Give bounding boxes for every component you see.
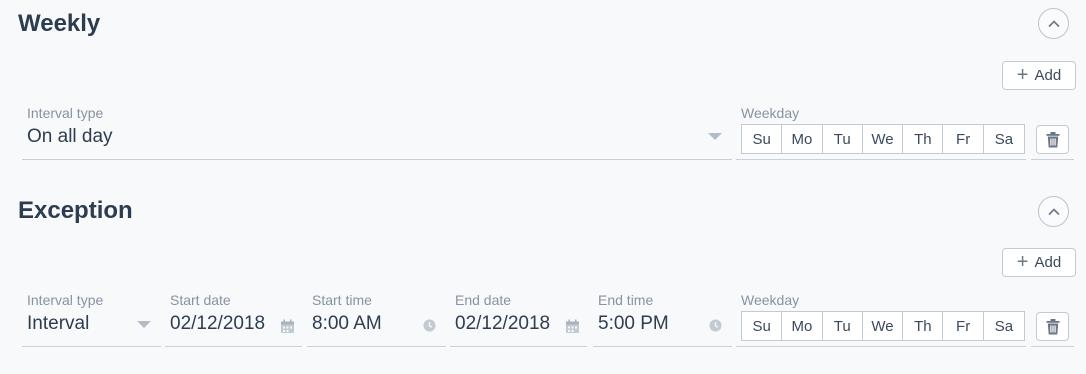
exception-collapse-button[interactable] [1038,196,1069,227]
interval-type-label: Interval type [27,292,104,308]
chevron-up-icon [1047,19,1060,27]
end-time-field[interactable]: End time 5:00 PM [593,287,732,347]
weekday-fr[interactable]: Fr [943,125,984,153]
weekday-su[interactable]: Su [742,312,783,340]
clock-icon[interactable] [423,319,436,332]
weekday-tu[interactable]: Tu [823,125,863,153]
weekly-delete-divider [1031,159,1074,160]
weekday-th[interactable]: Th [903,312,944,340]
exception-weekday-label: Weekday [741,292,800,308]
weekly-add-button[interactable]: + Add [1002,61,1076,90]
weekly-delete-button[interactable] [1036,125,1069,154]
weekday-we[interactable]: We [863,125,904,153]
caret-down-icon [137,321,151,328]
weekly-weekday-selector: Su Mo Tu We Th Fr Sa [741,124,1026,154]
end-time-value: 5:00 PM [598,313,669,334]
exception-delete-divider [1031,346,1074,347]
exception-weekday-selector: Su Mo Tu We Th Fr Sa [741,311,1026,341]
exception-add-button[interactable]: + Add [1002,248,1076,277]
weekday-su[interactable]: Su [742,125,783,153]
clock-icon[interactable] [709,319,722,332]
start-date-label: Start date [170,292,231,308]
trash-icon [1046,318,1059,334]
end-date-label: End date [455,292,512,308]
weekday-mo[interactable]: Mo [782,125,823,153]
end-date-value: 02/12/2018 [455,313,551,334]
weekly-collapse-button[interactable] [1038,8,1069,39]
chevron-up-icon [1047,207,1060,215]
start-time-field[interactable]: Start time 8:00 AM [307,287,446,347]
exception-section-title: Exception [18,197,133,224]
weekly-weekday-label: Weekday [741,105,800,121]
interval-type-value: Interval [27,313,90,334]
weekday-sa[interactable]: Sa [984,125,1024,153]
interval-type-value: On all day [27,126,113,147]
weekday-mo[interactable]: Mo [782,312,823,340]
start-date-field[interactable]: Start date 02/12/2018 [165,287,302,347]
exception-weekday-divider [736,346,1026,347]
weekly-add-label: Add [1034,67,1062,84]
end-time-label: End time [598,292,654,308]
caret-down-icon [708,133,722,140]
plus-icon: + [1016,63,1029,86]
start-time-label: Start time [312,292,372,308]
end-date-field[interactable]: End date 02/12/2018 [450,287,587,347]
interval-type-label: Interval type [27,105,104,121]
weekday-tu[interactable]: Tu [823,312,863,340]
exception-interval-type-select[interactable]: Interval type Interval [22,287,161,347]
weekday-sa[interactable]: Sa [984,312,1024,340]
exception-add-label: Add [1034,254,1062,271]
start-date-value: 02/12/2018 [170,313,266,334]
weekly-weekday-divider [736,159,1026,160]
weekday-th[interactable]: Th [903,125,944,153]
trash-icon [1046,131,1059,147]
calendar-icon[interactable] [280,319,295,334]
weekday-we[interactable]: We [863,312,904,340]
weekly-interval-type-select[interactable]: Interval type On all day [22,100,732,160]
plus-icon: + [1016,250,1029,273]
exception-delete-button[interactable] [1036,312,1069,341]
calendar-icon[interactable] [565,319,580,334]
weekly-section-title: Weekly [18,10,101,37]
weekday-fr[interactable]: Fr [943,312,984,340]
start-time-value: 8:00 AM [312,313,382,334]
